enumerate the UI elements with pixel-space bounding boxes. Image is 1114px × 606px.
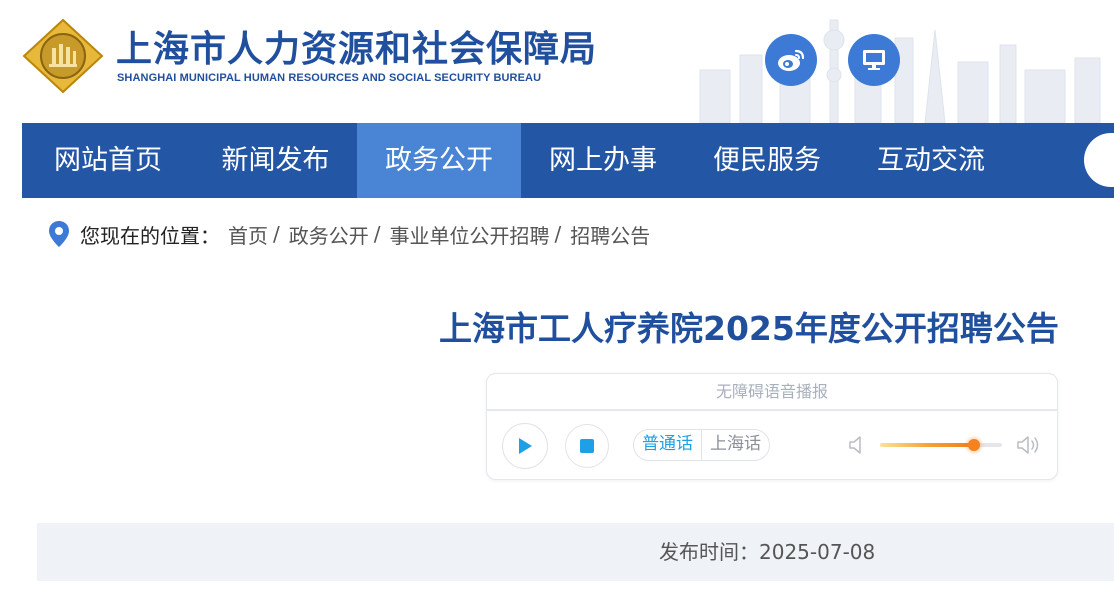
breadcrumb-prefix: 您现在的位置： [80,223,220,248]
nav-item-news[interactable]: 新闻发布 [194,123,357,198]
play-icon [519,438,532,454]
stop-icon [580,439,594,453]
breadcrumb-public-recruitment[interactable]: 事业单位公开招聘 [390,220,550,249]
article-title: 上海市工人疗养院2025年度公开招聘公告 [439,309,1059,348]
breadcrumb-home[interactable]: 首页 [228,220,268,249]
publish-time: 发布时间：2025-07-08 [659,523,875,581]
breadcrumb-separator: / [554,222,562,246]
nav-item-home[interactable]: 网站首页 [22,123,194,198]
publish-info-bar: 发布时间：2025-07-08 [37,523,1114,581]
location-pin-icon [49,221,69,247]
publish-date: 2025-07-08 [759,540,876,564]
nav-item-interaction[interactable]: 互动交流 [849,123,1013,198]
volume-slider[interactable] [880,439,1002,451]
volume-high-icon [1017,436,1039,454]
stop-button[interactable] [565,424,609,468]
nav-item-online-services[interactable]: 网上办事 [521,123,685,198]
weibo-button[interactable] [765,34,817,86]
nav-search-box[interactable] [1084,133,1114,187]
main-nav: 网站首页 新闻发布 政务公开 网上办事 便民服务 互动交流 [22,123,1114,198]
dialect-mandarin[interactable]: 普通话 [634,430,701,460]
volume-slider-handle[interactable] [967,439,980,451]
breadcrumb-government-affairs[interactable]: 政务公开 [289,220,369,249]
nav-item-public-services[interactable]: 便民服务 [685,123,849,198]
site-subtitle: SHANGHAI MUNICIPAL HUMAN RESOURCES AND S… [117,72,542,84]
bureau-emblem-logo [22,18,104,94]
site-title: 上海市人力资源和社会保障局 [116,29,598,70]
breadcrumb-separator: / [373,222,381,246]
volume-low-icon [849,436,861,454]
play-button[interactable] [502,423,548,469]
weibo-icon [778,49,805,71]
site-header: 上海市人力资源和社会保障局 SHANGHAI MUNICIPAL HUMAN R… [0,0,1114,123]
breadcrumb-recruitment-notice[interactable]: 招聘公告 [570,220,650,249]
breadcrumb-separator: / [273,222,280,246]
nav-item-government-affairs[interactable]: 政务公开 [357,123,521,198]
dialect-shanghainese[interactable]: 上海话 [701,430,769,460]
breadcrumb: 您现在的位置： 首页 / 政务公开 / 事业单位公开招聘 / 招聘公告 [48,219,650,249]
volume-slider-fill [880,443,974,447]
desktop-icon [863,50,885,70]
publish-label: 发布时间： [659,540,759,564]
accessibility-audio-player: 无障碍语音播报 普通话 上海话 [486,373,1058,480]
player-header: 无障碍语音播报 [487,374,1057,411]
desktop-version-button[interactable] [848,34,900,86]
dialect-toggle: 普通话 上海话 [633,429,770,461]
